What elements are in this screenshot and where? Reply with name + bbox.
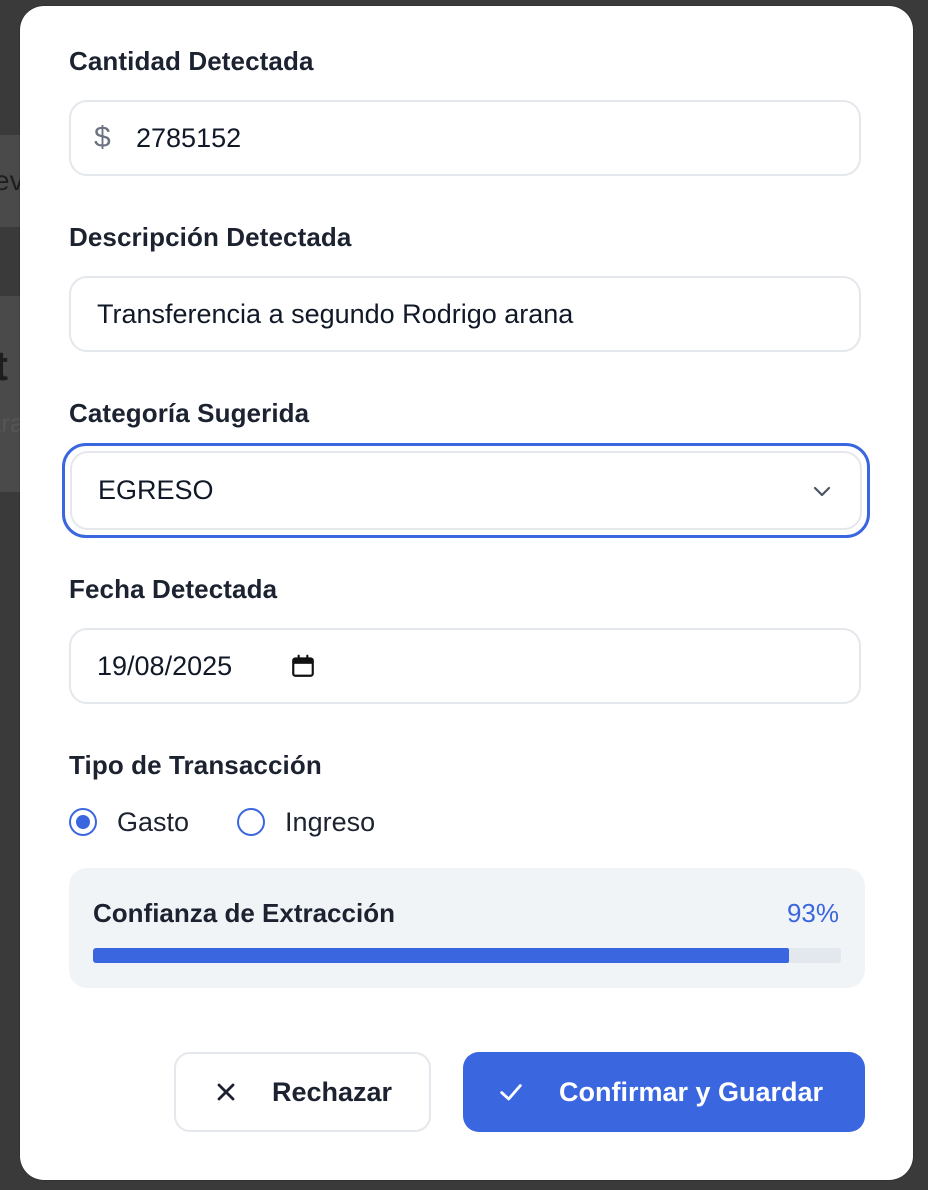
confidence-progress-fill bbox=[93, 948, 789, 963]
category-selected-value: EGRESO bbox=[98, 475, 214, 505]
close-icon bbox=[217, 1083, 235, 1101]
calendar-icon[interactable] bbox=[290, 653, 316, 679]
confidence-label: Confianza de Extracción bbox=[93, 898, 395, 928]
description-input[interactable]: Transferencia a segundo Rodrigo arana bbox=[69, 276, 861, 352]
confirm-button-label: Confirmar y Guardar bbox=[559, 1076, 824, 1107]
category-select-focus-ring: EGRESO bbox=[62, 443, 870, 538]
amount-label: Cantidad Detectada bbox=[69, 46, 314, 76]
confidence-panel: Confianza de Extracción 93% bbox=[69, 868, 865, 988]
transaction-type-radio-group: Gasto Ingreso bbox=[69, 802, 423, 842]
amount-value: 2785152 bbox=[136, 122, 242, 153]
radio-gasto[interactable]: Gasto bbox=[69, 807, 189, 838]
receipt-review-modal: Cantidad Detectada $ 2785152 Descripción… bbox=[20, 6, 913, 1180]
background-text-fragment: t bbox=[0, 342, 8, 389]
reject-button-label: Rechazar bbox=[272, 1076, 393, 1107]
confidence-value: 93% bbox=[786, 898, 839, 928]
radio-label: Ingreso bbox=[285, 806, 376, 837]
category-select[interactable]: EGRESO bbox=[70, 451, 862, 530]
radio-ingreso[interactable]: Ingreso bbox=[237, 807, 375, 838]
reject-button[interactable]: Rechazar bbox=[174, 1052, 431, 1132]
description-value: Transferencia a segundo Rodrigo arana bbox=[97, 298, 574, 329]
date-value: 19/08/2025 bbox=[97, 650, 233, 681]
confidence-progress-bar bbox=[93, 948, 841, 963]
chevron-down-icon bbox=[813, 486, 831, 497]
radio-button-unchecked[interactable] bbox=[237, 808, 266, 836]
currency-symbol: $ bbox=[94, 121, 111, 154]
date-label: Fecha Detectada bbox=[69, 574, 278, 604]
check-icon bbox=[500, 1084, 522, 1101]
confirm-save-button[interactable]: Confirmar y Guardar bbox=[463, 1052, 865, 1132]
radio-label: Gasto bbox=[117, 806, 190, 837]
description-label: Descripción Detectada bbox=[69, 222, 352, 252]
category-label: Categoría Sugerida bbox=[69, 398, 310, 428]
radio-button-checked[interactable] bbox=[69, 808, 97, 836]
amount-input[interactable]: $ 2785152 bbox=[69, 100, 861, 176]
transaction-type-label: Tipo de Transacción bbox=[69, 750, 322, 780]
date-input[interactable]: 19/08/2025 bbox=[69, 628, 861, 704]
